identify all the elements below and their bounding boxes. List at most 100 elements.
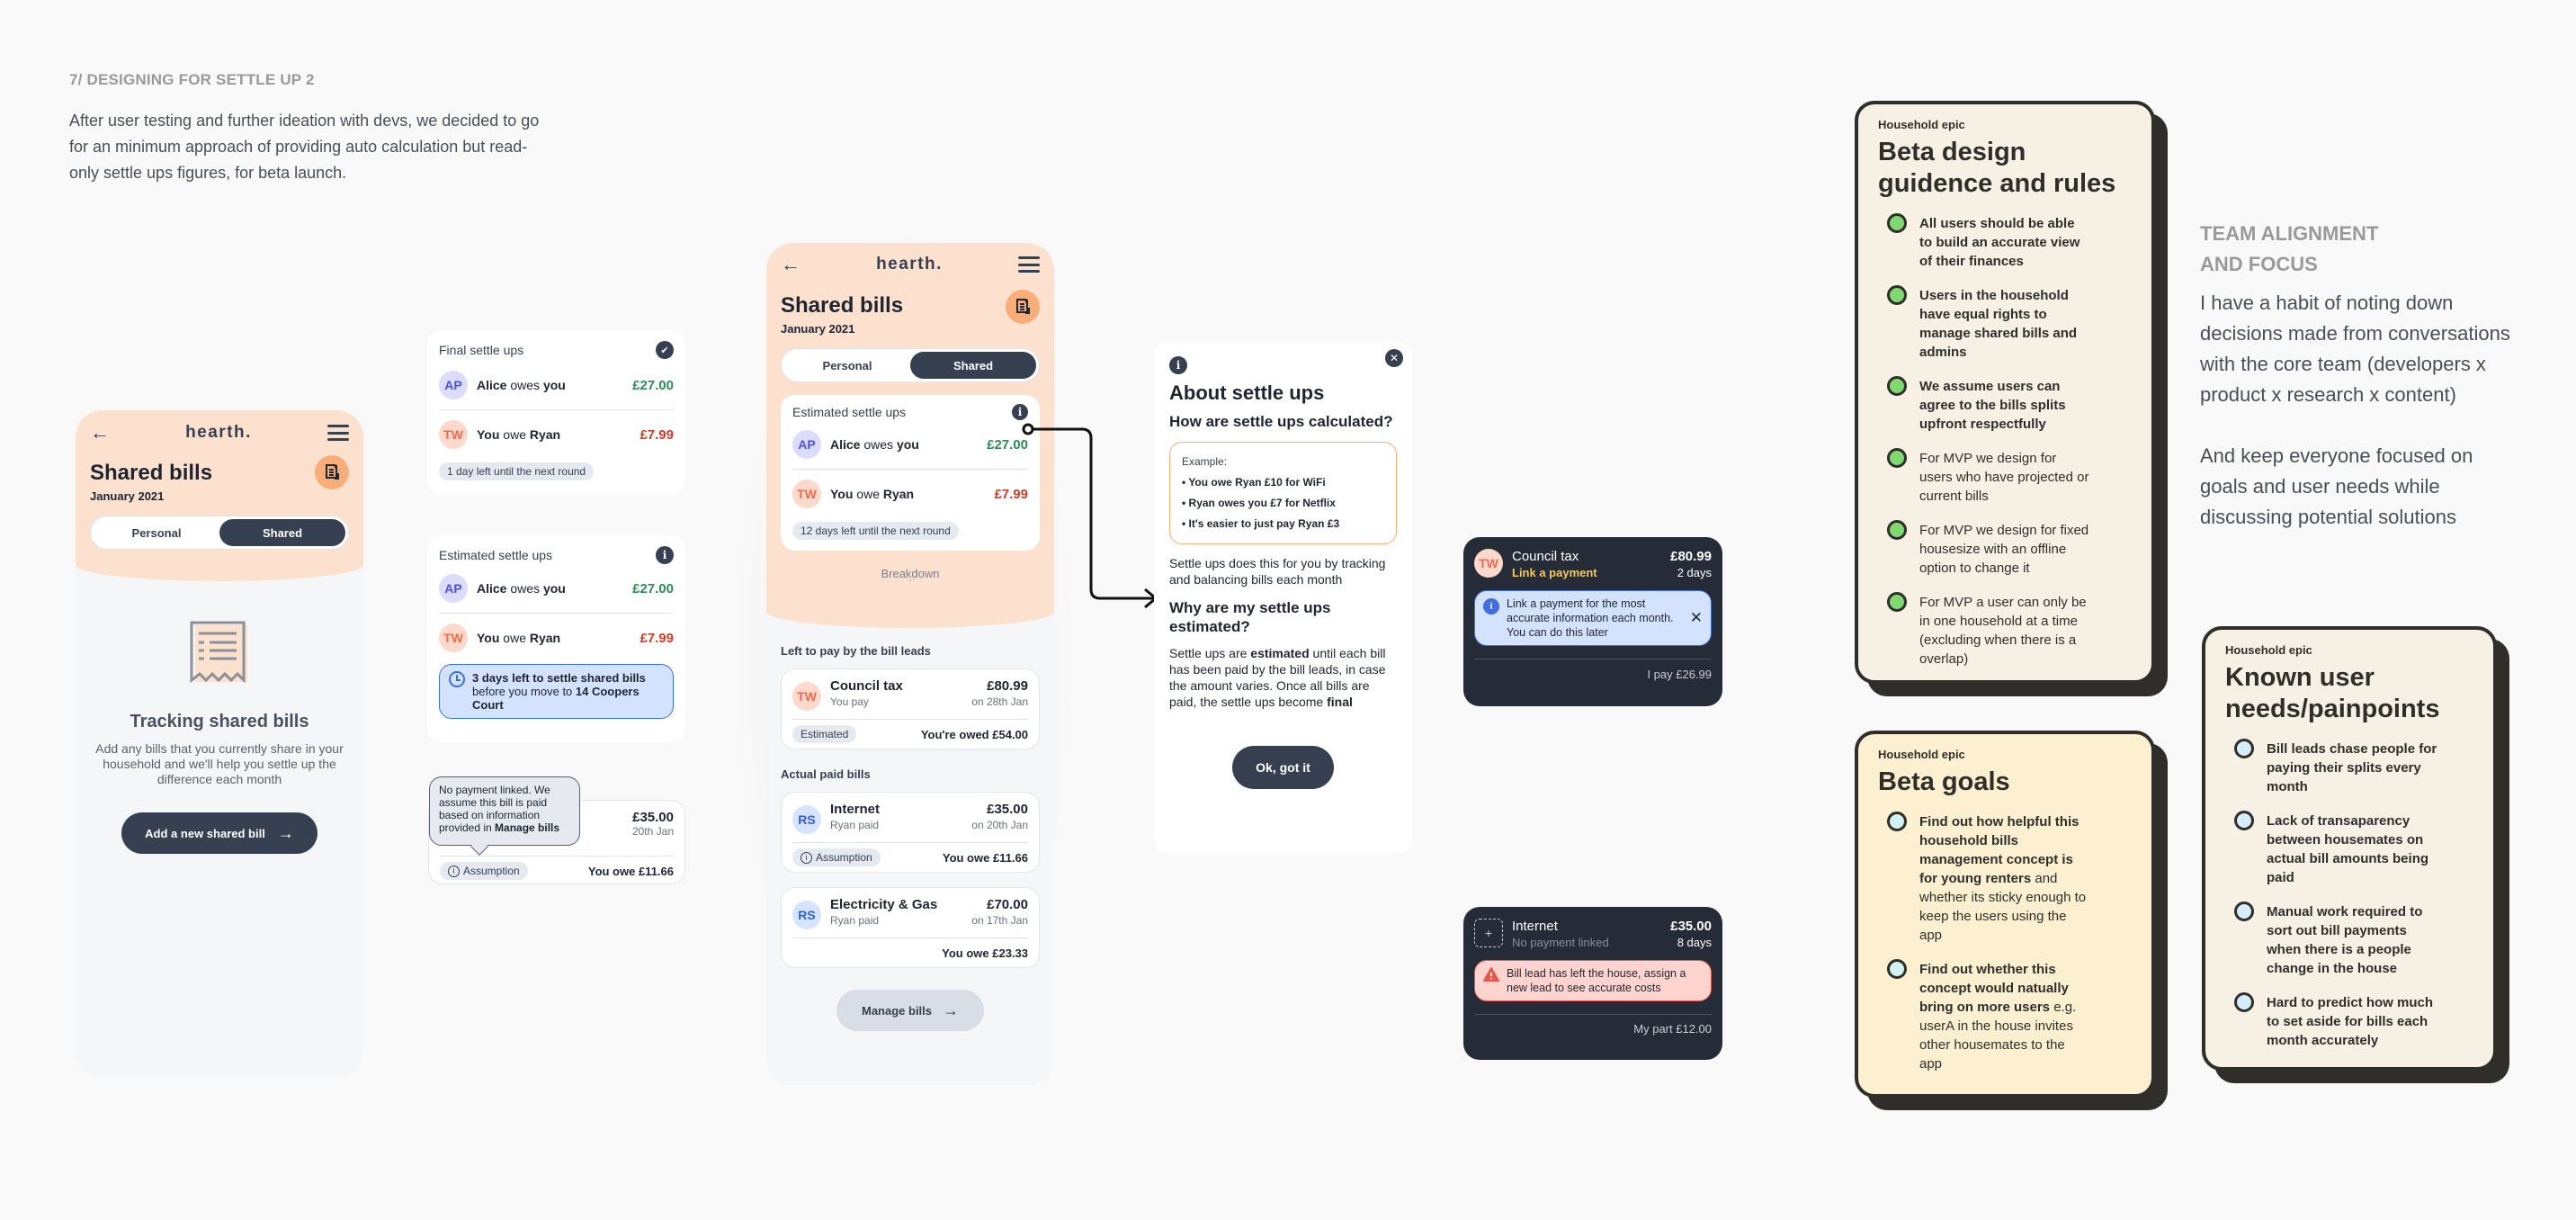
- chevron-down-icon: ﹀: [906, 579, 915, 588]
- avatar: TW: [439, 420, 468, 449]
- tab-shared[interactable]: Shared: [910, 352, 1036, 379]
- item-text: For MVP we design for users who have pro…: [1919, 451, 2089, 504]
- avatar: AP: [792, 430, 821, 459]
- info-text: Link a payment for the most accurate inf…: [1507, 597, 1674, 639]
- status-dot-icon: [1887, 376, 1907, 396]
- card-title: Final settle ups: [439, 343, 524, 357]
- answer-text: Settle ups are: [1169, 646, 1251, 660]
- bill-card[interactable]: TW Council tax You pay £80.99 on 28th Jan …: [781, 668, 1040, 749]
- epic-card-rules: Household epic Beta design guidence and …: [1855, 101, 2155, 684]
- warning-text: Bill lead has left the house, assign a n…: [1507, 967, 1686, 994]
- list-item: Users in the household have equal rights…: [1887, 285, 2132, 362]
- item-text: Hard to predict how much to set aside fo…: [2267, 995, 2434, 1048]
- info-icon[interactable]: i: [656, 546, 674, 564]
- section-actual-paid: Actual paid bills: [781, 767, 871, 781]
- list-item: Hard to predict how much to set aside fo…: [2234, 992, 2473, 1050]
- bill-card[interactable]: RS Electricity & Gas Ryan paid £70.00 on 1…: [781, 887, 1040, 968]
- link-payment-link[interactable]: Link a payment: [1512, 566, 1661, 579]
- days-left: 8 days: [1677, 936, 1712, 949]
- close-icon[interactable]: ✕: [1385, 349, 1403, 367]
- pill-label: Assumption: [463, 865, 520, 877]
- item-text: Manual work required to sort out bill pa…: [2267, 904, 2423, 976]
- settle-row: TW You owe Ryan £7.99: [439, 419, 674, 450]
- list-item: For MVP we design for users who have pro…: [1887, 448, 2132, 506]
- paragraph: And keep everyone focused on goals and u…: [2200, 444, 2473, 528]
- bill-date: 20th Jan: [631, 825, 674, 838]
- bill-card[interactable]: RS Internet Ryan paid £35.00 on 20th Jan i…: [781, 792, 1040, 873]
- manage-bills-button[interactable]: Manage bills →: [836, 990, 985, 1031]
- amount: £27.00: [632, 580, 674, 597]
- avatar: TW: [792, 682, 821, 711]
- bill-name: Internet: [830, 802, 881, 817]
- receipt-icon[interactable]: [1006, 290, 1040, 324]
- estimated-pill: Estimated: [792, 725, 857, 743]
- modal-answer-2: Settle ups are estimated until each bill…: [1169, 645, 1397, 710]
- avatar: TW: [1474, 549, 1503, 578]
- menu-icon[interactable]: [326, 425, 349, 441]
- tab-shared[interactable]: Shared: [219, 519, 345, 546]
- part-footer: My part £12.00: [1633, 1022, 1712, 1036]
- person-name: Alice: [477, 378, 507, 392]
- target-name: you: [542, 378, 566, 392]
- status-dot-icon: [1887, 959, 1907, 979]
- tab-personal[interactable]: Personal: [94, 519, 219, 546]
- empty-body: Add any bills that you currently share i…: [95, 741, 344, 786]
- bill-sub: No payment linked: [1512, 936, 1609, 949]
- person-name: You: [830, 487, 854, 501]
- bill-sub: You pay: [830, 695, 869, 708]
- arrow-right-icon: →: [277, 823, 294, 842]
- status-dot-icon: [1887, 448, 1907, 468]
- bill-sub: Ryan paid: [830, 914, 880, 927]
- receipt-icon[interactable]: [315, 455, 349, 489]
- settle-row: TW You owe Ryan £7.99: [792, 479, 1028, 509]
- status-dot-icon: [2234, 811, 2254, 830]
- bills-toggle: Personal Shared: [90, 516, 349, 550]
- final-settle-ups-card: Final settle ups ✔ AP Alice owes you £27…: [427, 330, 685, 495]
- verb: owes: [860, 437, 897, 452]
- phone-empty-state: ← hearth. Shared bills January 2021 Pers…: [76, 410, 363, 1078]
- council-tax-dark-card: TW Council tax Link a payment £80.99 2 day…: [1463, 537, 1722, 706]
- phone-main: ← hearth. Shared bills January 2021 Pers…: [766, 243, 1054, 1085]
- back-arrow-icon[interactable]: ←: [781, 253, 801, 276]
- avatar: RS: [792, 805, 821, 834]
- ok-got-it-button[interactable]: Ok, got it: [1232, 746, 1334, 789]
- bill-amount: £35.00: [632, 810, 674, 825]
- menu-icon[interactable]: [1017, 256, 1040, 273]
- notice-text: before you move to: [472, 685, 576, 698]
- example-item: • It's easier to just pay Ryan £3: [1182, 517, 1340, 530]
- tab-personal[interactable]: Personal: [784, 352, 910, 379]
- status-dot-icon: [1887, 285, 1907, 305]
- bills-toggle: Personal Shared: [781, 348, 1040, 382]
- flow-connector-arrow: [1022, 423, 1158, 609]
- bill-footer: You owe £23.33: [942, 946, 1028, 960]
- internet-dark-card: + Internet No payment linked £35.00 8 days…: [1463, 907, 1722, 1060]
- example-box: Example: • You owe Ryan £10 for WiFi • R…: [1169, 442, 1397, 544]
- bill-footer: You're owed £54.00: [920, 727, 1028, 741]
- amount: £27.00: [632, 377, 674, 393]
- list-item: Manual work required to sort out bill pa…: [2234, 902, 2473, 978]
- warning-banner: Bill lead has left the house, assign a n…: [1474, 960, 1712, 1001]
- list-item: Bill leads chase people for paying their…: [2234, 739, 2473, 796]
- epic-tag: Household epic: [1878, 748, 1965, 761]
- bill-name: Internet: [1512, 919, 1558, 934]
- status-dot-icon: [2234, 992, 2254, 1012]
- assumption-pill[interactable]: i Assumption: [792, 848, 881, 866]
- assumption-pill[interactable]: i Assumption: [440, 862, 528, 880]
- notice-bold: 3 days left to settle shared bills: [472, 671, 646, 685]
- verb: owe: [499, 427, 530, 442]
- add-shared-bill-button[interactable]: Add a new shared bill →: [121, 812, 318, 854]
- breakdown-toggle[interactable]: Breakdown ﹀: [766, 567, 1054, 588]
- status-dot-icon: [2234, 739, 2254, 758]
- close-icon[interactable]: ✕: [1690, 610, 1703, 625]
- team-alignment-body: I have a habit of noting down decisions …: [2200, 288, 2515, 533]
- manage-bills-label: Manage bills: [861, 1003, 933, 1018]
- add-payment-icon[interactable]: +: [1474, 919, 1503, 947]
- move-notice: 3 days left to settle shared bills befor…: [439, 664, 674, 719]
- pay-footer: I pay £26.99: [1647, 668, 1712, 681]
- target-name: you: [896, 437, 919, 452]
- avatar: AP: [439, 371, 468, 399]
- warning-icon: [1483, 967, 1499, 985]
- paragraph: I have a habit of noting down decisions …: [2200, 292, 2510, 406]
- back-arrow-icon[interactable]: ←: [90, 421, 110, 444]
- bill-footer: You owe £11.66: [942, 850, 1028, 865]
